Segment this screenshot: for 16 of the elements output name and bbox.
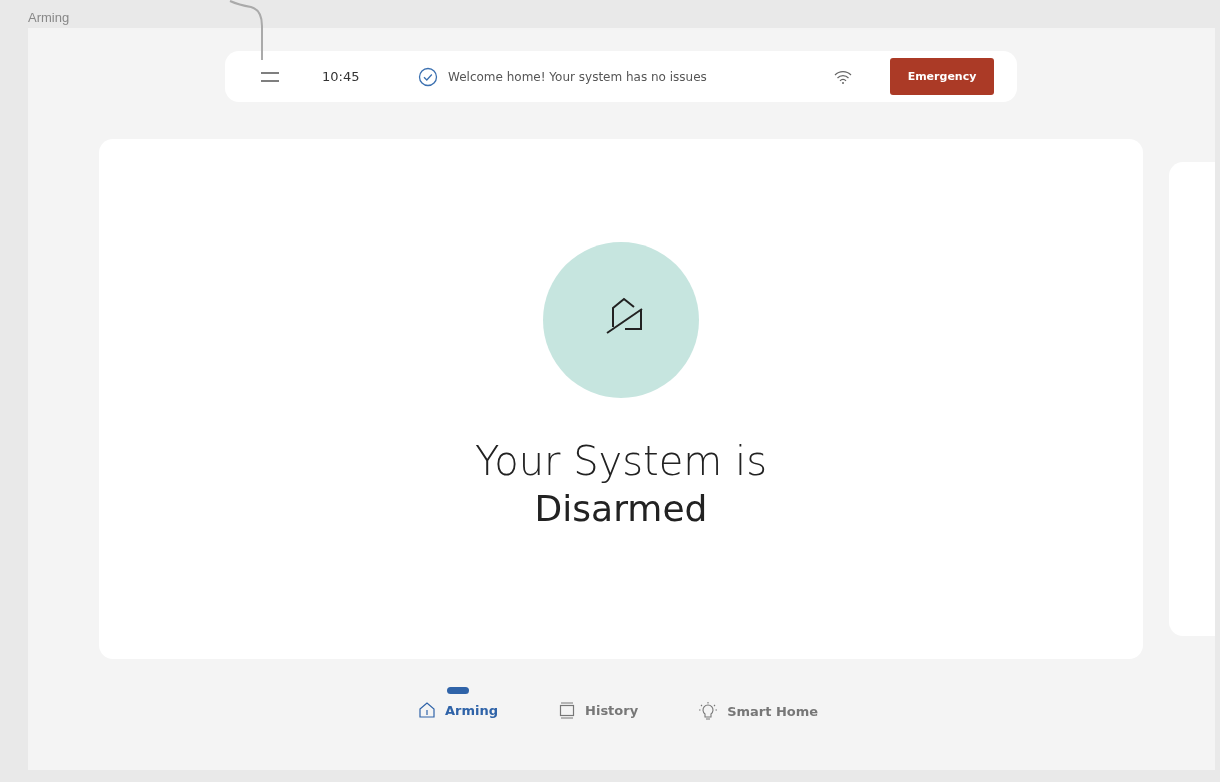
wifi-icon <box>834 69 852 84</box>
status-state: Disarmed <box>534 488 708 529</box>
status-message: Welcome home! Your system has no issues <box>448 69 707 84</box>
clock-time: 10:45 <box>322 69 361 84</box>
screen-icon <box>558 701 577 719</box>
frame-label: Arming <box>28 10 70 25</box>
active-tab-indicator <box>447 687 469 694</box>
emergency-button[interactable]: Emergency <box>890 58 994 95</box>
menu-icon[interactable] <box>260 71 280 82</box>
house-icon <box>418 701 436 719</box>
lightbulb-icon <box>698 701 719 721</box>
status-headline: Your System is <box>475 438 767 484</box>
nav-tab[interactable]: Arming <box>418 699 499 721</box>
nav-tab[interactable]: History <box>558 699 639 721</box>
check-circle-icon <box>418 66 438 87</box>
nav-tab[interactable]: Smart Home <box>698 699 819 723</box>
